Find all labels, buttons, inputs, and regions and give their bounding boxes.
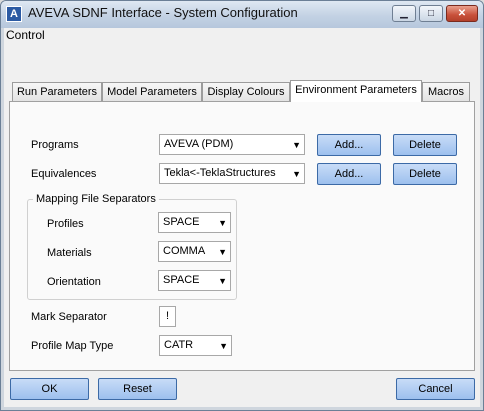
programs-add-button[interactable]: Add... (317, 134, 381, 156)
tab-display-colours[interactable]: Display Colours (202, 82, 290, 101)
materials-label: Materials (47, 247, 92, 259)
tab-environment-parameters[interactable]: Environment Parameters (290, 80, 422, 102)
app-icon[interactable]: A (6, 6, 22, 22)
profiles-dropdown[interactable]: SPACE ▼ (158, 212, 231, 233)
chevron-down-icon: ▼ (218, 247, 227, 257)
equivalences-add-button[interactable]: Add... (317, 163, 381, 185)
chevron-down-icon: ▼ (218, 276, 227, 286)
profiles-label: Profiles (47, 218, 84, 230)
ok-button[interactable]: OK (10, 378, 89, 400)
materials-value: COMMA (163, 245, 206, 257)
equivalences-dropdown[interactable]: Tekla<-TeklaStructures ▼ (159, 163, 305, 184)
programs-value: AVEVA (PDM) (164, 138, 234, 150)
reset-button[interactable]: Reset (98, 378, 177, 400)
orientation-dropdown[interactable]: SPACE ▼ (158, 270, 231, 291)
tab-run-parameters[interactable]: Run Parameters (12, 82, 102, 101)
maximize-button[interactable]: □ (419, 5, 443, 22)
mapping-group-title: Mapping File Separators (33, 193, 159, 205)
equivalences-delete-button[interactable]: Delete (393, 163, 457, 185)
equivalences-value: Tekla<-TeklaStructures (164, 167, 276, 179)
close-button[interactable]: ✕ (446, 5, 478, 22)
chevron-down-icon: ▼ (218, 218, 227, 228)
equivalences-label: Equivalences (31, 168, 97, 180)
profile-map-type-dropdown[interactable]: CATR ▼ (159, 335, 232, 356)
mark-separator-field[interactable]: ! (159, 306, 176, 327)
programs-dropdown[interactable]: AVEVA (PDM) ▼ (159, 134, 305, 155)
minimize-button[interactable]: ▁ (392, 5, 416, 22)
profiles-value: SPACE (163, 216, 200, 228)
chevron-down-icon: ▼ (292, 169, 301, 179)
tab-macros[interactable]: Macros (422, 82, 470, 101)
tab-model-parameters[interactable]: Model Parameters (102, 82, 202, 101)
chevron-down-icon: ▼ (219, 341, 228, 351)
menu-control[interactable]: Control (6, 28, 45, 42)
orientation-value: SPACE (163, 274, 200, 286)
orientation-label: Orientation (47, 276, 101, 288)
mark-separator-label: Mark Separator (31, 311, 107, 323)
profile-map-type-label: Profile Map Type (31, 340, 114, 352)
window-title: AVEVA SDNF Interface - System Configurat… (28, 5, 298, 20)
cancel-button[interactable]: Cancel (396, 378, 475, 400)
profile-map-type-value: CATR (164, 339, 194, 351)
programs-label: Programs (31, 139, 79, 151)
programs-delete-button[interactable]: Delete (393, 134, 457, 156)
materials-dropdown[interactable]: COMMA ▼ (158, 241, 231, 262)
menu-bar (4, 28, 480, 45)
chevron-down-icon: ▼ (292, 140, 301, 150)
